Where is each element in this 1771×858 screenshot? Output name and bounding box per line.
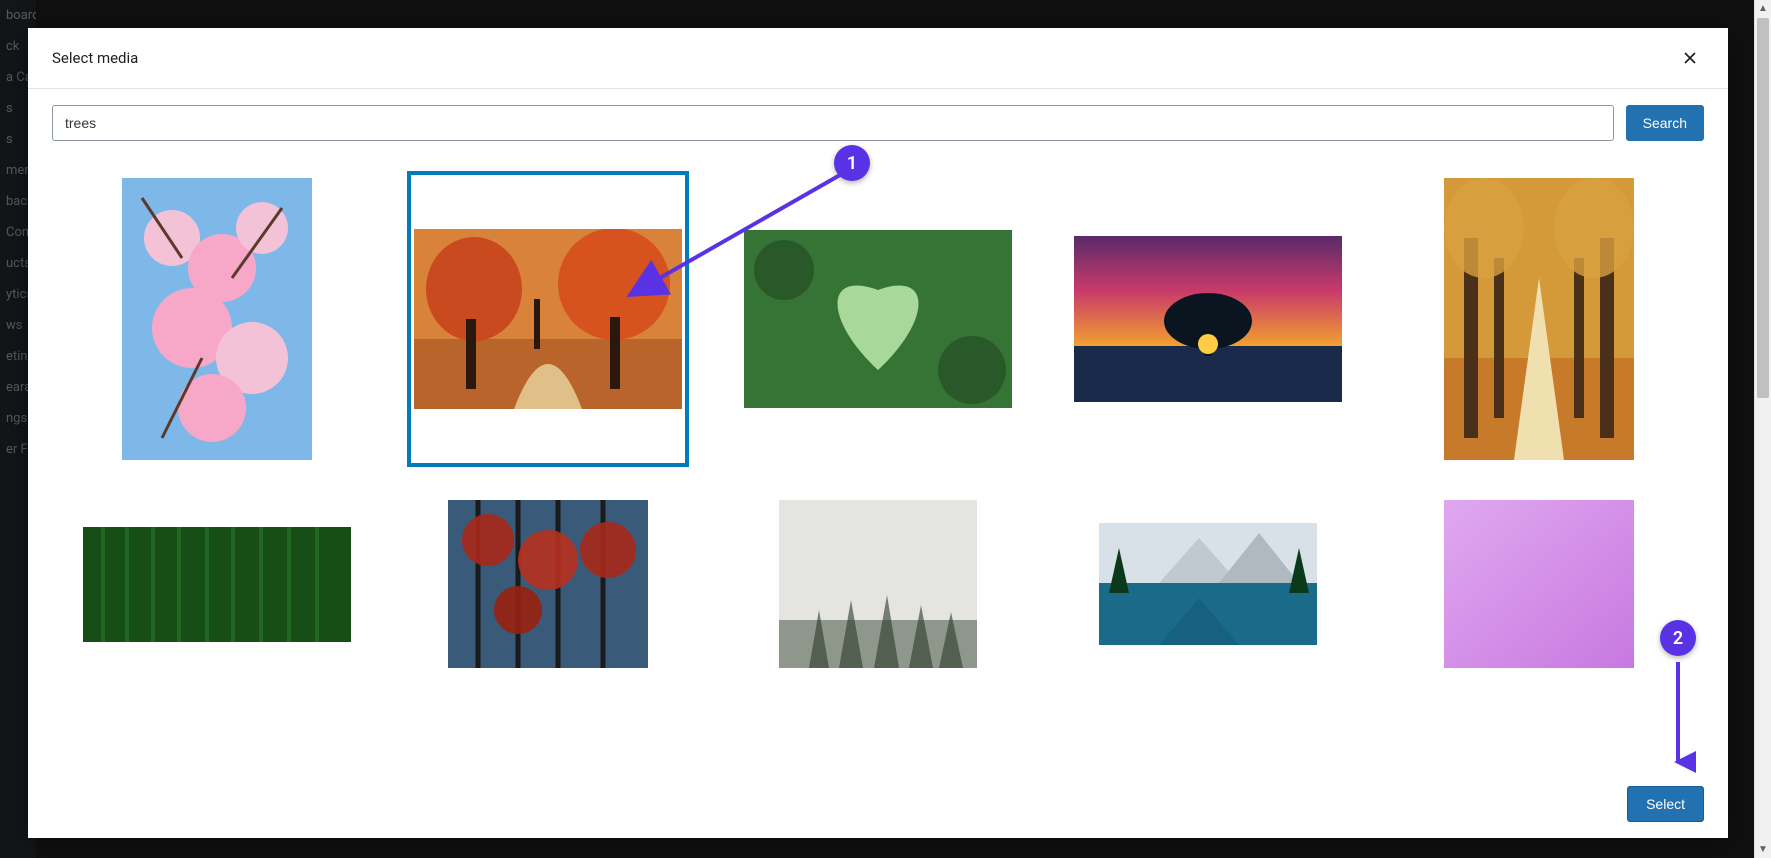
close-icon — [1680, 48, 1700, 68]
media-cell — [1374, 479, 1704, 689]
search-row: Search — [28, 89, 1728, 147]
annotation-badge-2: 2 — [1660, 620, 1696, 656]
select-button[interactable]: Select — [1627, 786, 1704, 822]
page-scrollbar[interactable]: ▲ ▼ — [1754, 0, 1771, 858]
search-input[interactable] — [52, 105, 1614, 141]
select-media-modal: Select media Search — [28, 28, 1728, 838]
media-thumb-purple-gradient[interactable] — [1444, 500, 1634, 668]
modal-title: Select media — [52, 49, 138, 67]
scrollbar-thumb[interactable] — [1757, 18, 1769, 398]
media-thumb-sunset-tree[interactable] — [1074, 236, 1342, 402]
media-cell — [1043, 159, 1373, 479]
media-thumb-heart-hedge[interactable] — [744, 230, 1012, 408]
media-thumb-golden-alley[interactable] — [1444, 178, 1634, 460]
annotation-badge-1: 1 — [834, 145, 870, 181]
media-thumb-fog-forest[interactable] — [779, 500, 977, 668]
scroll-down-icon[interactable]: ▼ — [1755, 841, 1771, 858]
media-grid-scroll[interactable] — [28, 147, 1728, 774]
media-thumb-green-forest[interactable] — [83, 527, 351, 642]
media-thumb-red-birch[interactable] — [448, 500, 648, 668]
scroll-up-icon[interactable]: ▲ — [1755, 0, 1771, 17]
media-cell — [52, 159, 382, 479]
media-cell — [382, 479, 712, 689]
media-thumb-cherry-blossom[interactable] — [122, 178, 312, 460]
media-cell — [52, 479, 382, 689]
media-grid — [52, 159, 1704, 689]
media-thumb-alpine-lake[interactable] — [1099, 523, 1317, 645]
close-button[interactable] — [1676, 44, 1704, 72]
media-thumb-autumn-path[interactable] — [410, 174, 686, 464]
modal-header: Select media — [28, 28, 1728, 89]
search-button[interactable]: Search — [1626, 105, 1704, 141]
media-cell — [713, 159, 1043, 479]
modal-footer: Select — [28, 774, 1728, 838]
media-cell — [1374, 159, 1704, 479]
media-cell — [713, 479, 1043, 689]
media-cell — [382, 159, 712, 479]
media-cell — [1043, 479, 1373, 689]
